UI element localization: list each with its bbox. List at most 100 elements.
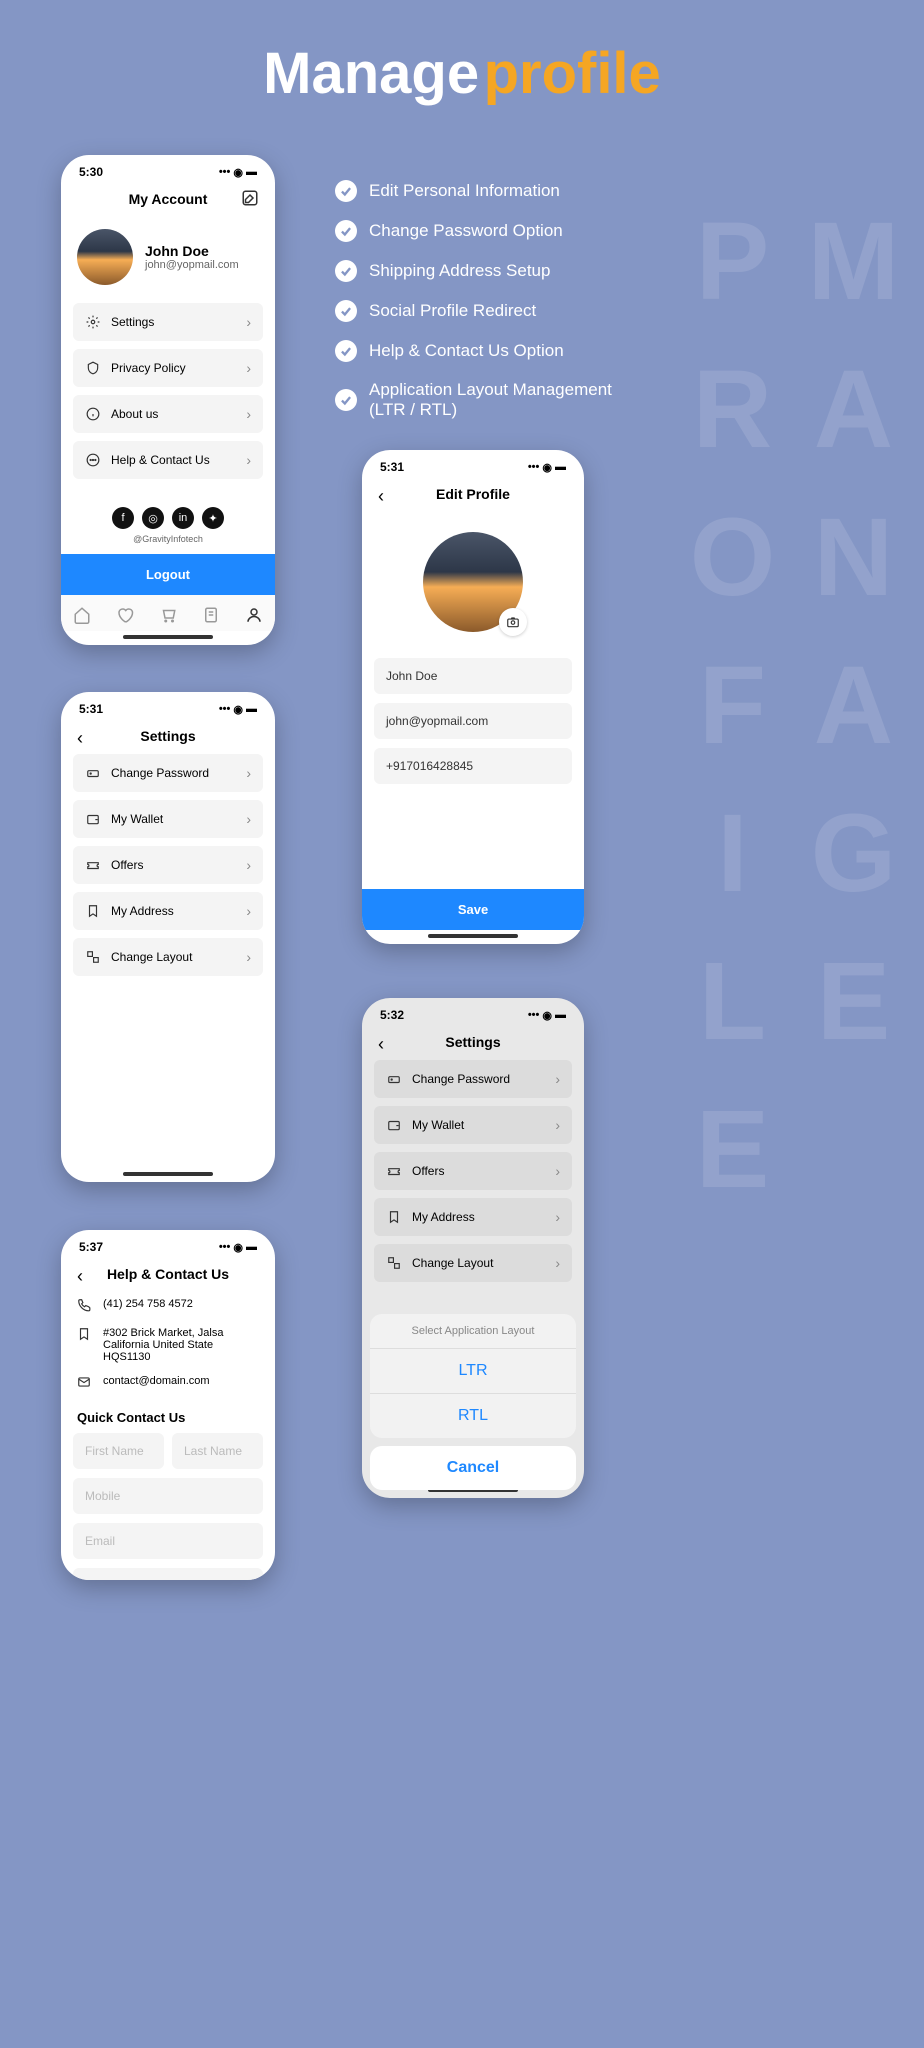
feature-item: Help & Contact Us Option — [335, 340, 649, 362]
check-icon — [335, 389, 357, 411]
twitter-icon[interactable]: ✦ — [202, 507, 224, 529]
menu-offers[interactable]: Offers› — [374, 1152, 572, 1190]
phone-input[interactable]: +917016428845 — [374, 748, 572, 784]
menu-layout[interactable]: Change Layout› — [374, 1244, 572, 1282]
sheet-cancel-button[interactable]: Cancel — [370, 1446, 576, 1490]
hero-title: Manage profile — [0, 0, 924, 137]
settings-menu: Change Password› My Wallet› Offers› My A… — [61, 754, 275, 984]
chevron-right-icon: › — [246, 765, 251, 781]
home-indicator — [123, 1172, 213, 1176]
feature-item: Social Profile Redirect — [335, 300, 649, 322]
facebook-icon[interactable]: f — [112, 507, 134, 529]
contact-address: #302 Brick Market, Jalsa California Unit… — [61, 1321, 275, 1369]
save-button[interactable]: Save — [362, 889, 584, 930]
screen-title: ‹Settings — [362, 1028, 584, 1060]
menu-address[interactable]: My Address› — [73, 892, 263, 930]
menu-privacy[interactable]: Privacy Policy› — [73, 349, 263, 387]
avatar[interactable] — [423, 532, 523, 632]
info-icon — [85, 406, 101, 422]
feature-item: Edit Personal Information — [335, 180, 649, 202]
ticket-icon — [386, 1163, 402, 1179]
phone-contact: 5:37•••◉▬ ‹Help & Contact Us (41) 254 75… — [61, 1230, 275, 1580]
mobile-input[interactable]: Mobile — [73, 1478, 263, 1514]
hero-word1: Manage — [263, 41, 479, 106]
social-links: f ◎ in ✦ — [61, 487, 275, 529]
subject-input[interactable]: Subject — [73, 1568, 263, 1580]
gear-icon — [85, 314, 101, 330]
menu-change-password[interactable]: Change Password› — [374, 1060, 572, 1098]
menu-wallet[interactable]: My Wallet› — [73, 800, 263, 838]
phone-my-account: 5:30•••◉▬ My Account John Doe john@yopma… — [61, 155, 275, 645]
location-icon — [77, 1327, 93, 1344]
shield-icon — [85, 360, 101, 376]
contact-email: contact@domain.com — [61, 1369, 275, 1398]
back-icon[interactable]: ‹ — [77, 1266, 83, 1287]
first-name-input[interactable]: First Name — [73, 1433, 164, 1469]
email-input[interactable]: john@yopmail.com — [374, 703, 572, 739]
chevron-right-icon: › — [246, 949, 251, 965]
nav-home-icon[interactable] — [72, 605, 92, 625]
email-input[interactable]: Email — [73, 1523, 263, 1559]
nav-cart-icon[interactable] — [158, 605, 178, 625]
back-icon[interactable]: ‹ — [77, 728, 83, 749]
status-bar: 5:32•••◉▬ — [362, 998, 584, 1028]
phone-edit-profile: 5:31•••◉▬ ‹Edit Profile John Doe john@yo… — [362, 450, 584, 944]
check-icon — [335, 340, 357, 362]
contact-phone: (41) 254 758 4572 — [61, 1292, 275, 1321]
nav-heart-icon[interactable] — [115, 605, 135, 625]
bookmark-icon — [386, 1209, 402, 1225]
menu-about[interactable]: About us› — [73, 395, 263, 433]
key-icon — [386, 1071, 402, 1087]
check-icon — [335, 300, 357, 322]
bottom-nav — [61, 595, 275, 631]
menu-address[interactable]: My Address› — [374, 1198, 572, 1236]
chevron-right-icon: › — [555, 1209, 560, 1225]
status-bar: 5:37•••◉▬ — [61, 1230, 275, 1260]
chevron-right-icon: › — [555, 1117, 560, 1133]
status-bar: 5:31•••◉▬ — [362, 450, 584, 480]
home-indicator — [428, 934, 518, 938]
instagram-icon[interactable]: ◎ — [142, 507, 164, 529]
phone-layout-sheet: 5:32•••◉▬ ‹Settings Change Password› My … — [362, 998, 584, 1498]
check-icon — [335, 180, 357, 202]
chevron-right-icon: › — [555, 1255, 560, 1271]
camera-icon[interactable] — [499, 608, 527, 636]
phone-icon — [77, 1298, 93, 1315]
chevron-right-icon: › — [246, 360, 251, 376]
chevron-right-icon: › — [246, 857, 251, 873]
quick-contact-heading: Quick Contact Us — [61, 1398, 275, 1433]
linkedin-icon[interactable]: in — [172, 507, 194, 529]
menu-help[interactable]: Help & Contact Us› — [73, 441, 263, 479]
nav-orders-icon[interactable] — [201, 605, 221, 625]
back-icon[interactable]: ‹ — [378, 486, 384, 507]
last-name-input[interactable]: Last Name — [172, 1433, 263, 1469]
layout-icon — [386, 1255, 402, 1271]
avatar[interactable] — [77, 229, 133, 285]
sheet-option-rtl[interactable]: RTL — [370, 1394, 576, 1438]
back-icon[interactable]: ‹ — [378, 1034, 384, 1055]
logout-button[interactable]: Logout — [61, 554, 275, 595]
sheet-option-ltr[interactable]: LTR — [370, 1349, 576, 1394]
social-handle: @GravityInfotech — [61, 529, 275, 554]
menu-change-password[interactable]: Change Password› — [73, 754, 263, 792]
settings-menu: Change Password› My Wallet› Offers› My A… — [362, 1060, 584, 1290]
menu-layout[interactable]: Change Layout› — [73, 938, 263, 976]
feature-item: Shipping Address Setup — [335, 260, 649, 282]
feature-item: Change Password Option — [335, 220, 649, 242]
chevron-right-icon: › — [246, 811, 251, 827]
menu-offers[interactable]: Offers› — [73, 846, 263, 884]
edit-icon[interactable] — [241, 189, 259, 210]
bookmark-icon — [85, 903, 101, 919]
sheet-title: Select Application Layout — [370, 1314, 576, 1349]
chevron-right-icon: › — [246, 903, 251, 919]
profile-email: john@yopmail.com — [145, 259, 239, 271]
screen-title: ‹Help & Contact Us — [61, 1260, 275, 1292]
screen-title: ‹Edit Profile — [362, 480, 584, 512]
feature-item: Application Layout Management (LTR / RTL… — [335, 380, 649, 420]
name-input[interactable]: John Doe — [374, 658, 572, 694]
check-icon — [335, 220, 357, 242]
menu-wallet[interactable]: My Wallet› — [374, 1106, 572, 1144]
menu-settings[interactable]: Settings› — [73, 303, 263, 341]
nav-profile-icon[interactable] — [244, 605, 264, 625]
profile-name: John Doe — [145, 243, 239, 259]
